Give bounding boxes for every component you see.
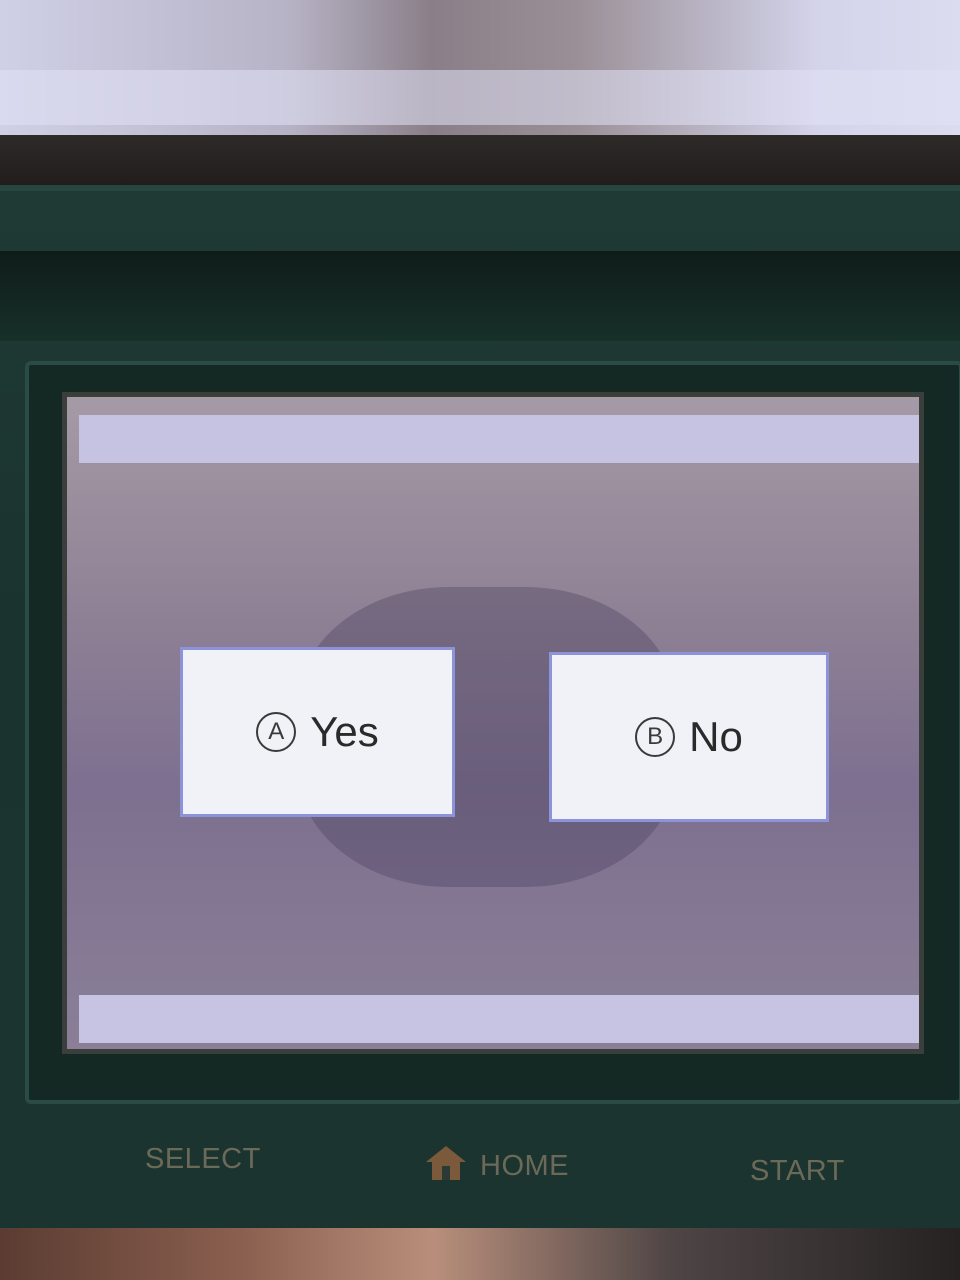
no-button-label: No (689, 713, 743, 760)
top-screen-bar (0, 70, 960, 125)
b-button-icon: B (635, 717, 676, 757)
yes-button-label: Yes (310, 708, 379, 755)
device-hinge-band (0, 251, 960, 341)
select-button-label[interactable]: SELECT (145, 1143, 261, 1176)
home-button-label[interactable]: HOME (480, 1150, 569, 1183)
no-button[interactable]: B No (549, 652, 829, 822)
touch-screen: A Yes B No (62, 392, 924, 1054)
photo-scene: A Yes B No SELECT HOME START (0, 0, 960, 1280)
start-button-label[interactable]: START (750, 1155, 845, 1188)
hinge (0, 135, 960, 190)
screen-top-bar (79, 415, 919, 463)
hand-foreground (0, 1228, 960, 1280)
house-icon[interactable] (424, 1144, 468, 1182)
a-button-icon: A (256, 712, 297, 752)
yes-button[interactable]: A Yes (180, 647, 455, 817)
screen-bottom-bar (79, 995, 919, 1043)
top-screen (0, 0, 960, 135)
